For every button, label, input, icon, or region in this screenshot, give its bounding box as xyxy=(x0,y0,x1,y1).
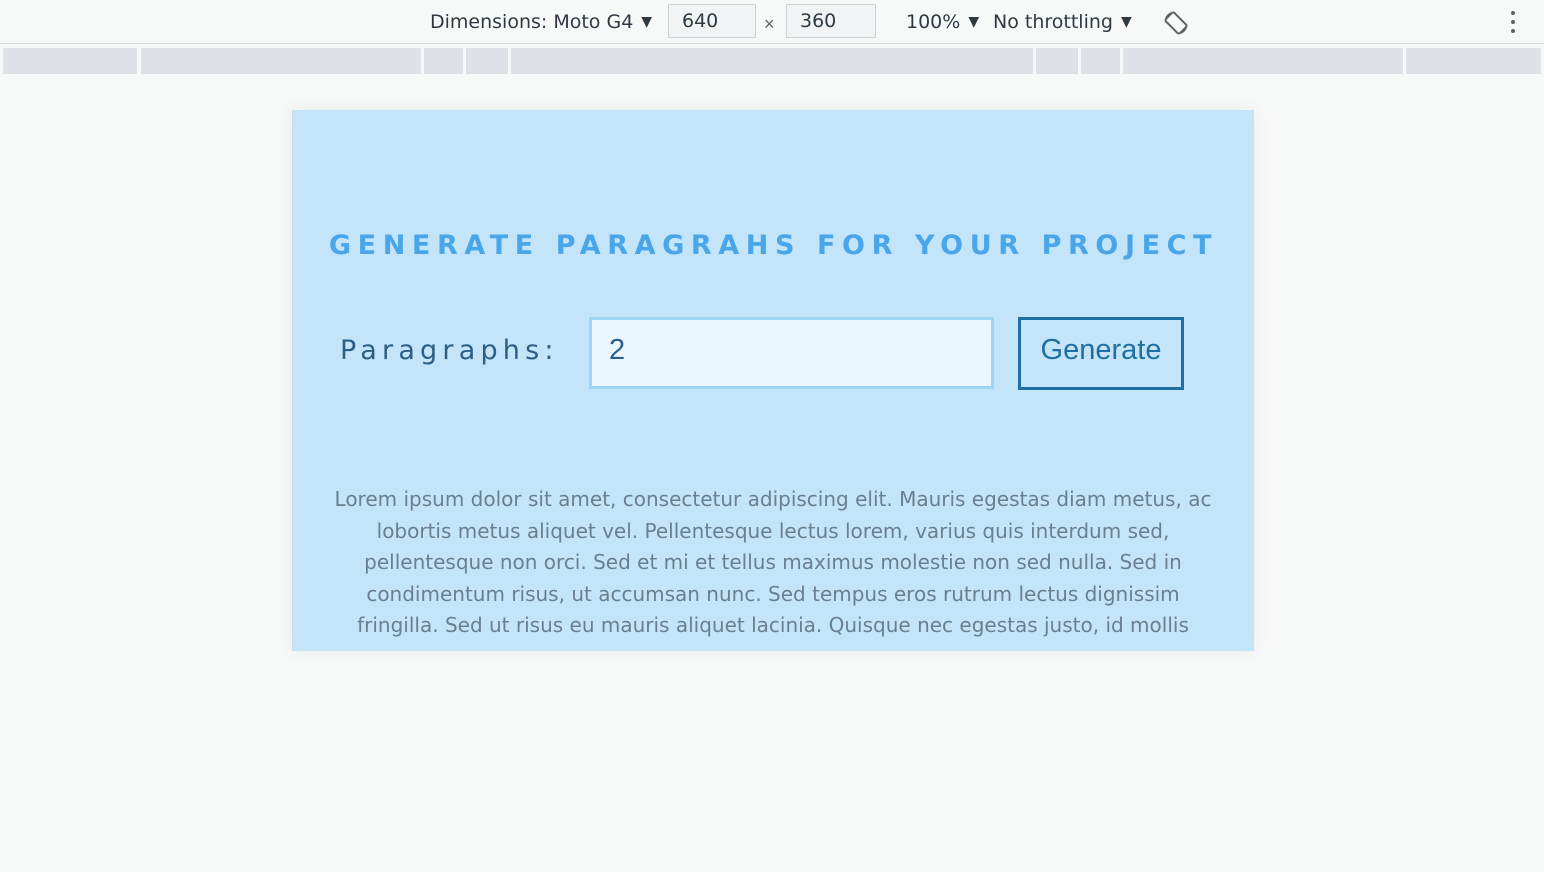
device-viewport: GENERATE PARAGRAHS FOR YOUR PROJECT Para… xyxy=(292,110,1254,651)
media-query-bar xyxy=(0,46,1544,75)
media-query-segment[interactable] xyxy=(141,48,421,74)
media-query-segment[interactable] xyxy=(3,48,137,74)
media-query-segment[interactable] xyxy=(466,48,508,74)
caret-down-icon: ▼ xyxy=(1120,14,1132,30)
paragraphs-label: Paragraphs: xyxy=(340,335,559,366)
dimensions-dropdown[interactable]: Dimensions: Moto G4 ▼ xyxy=(430,0,652,44)
more-vertical-icon[interactable] xyxy=(1502,9,1524,35)
throttling-dropdown[interactable]: No throttling ▼ xyxy=(993,0,1132,44)
rotate-icon[interactable] xyxy=(1162,9,1190,37)
dimensions-label: Dimensions: Moto G4 xyxy=(430,11,634,33)
generate-button[interactable]: Generate xyxy=(1018,317,1184,390)
media-query-segment[interactable] xyxy=(1406,48,1541,74)
caret-down-icon: ▼ xyxy=(641,14,653,30)
caret-down-icon: ▼ xyxy=(968,14,980,30)
media-query-segment[interactable] xyxy=(1123,48,1403,74)
zoom-dropdown[interactable]: 100% ▼ xyxy=(906,0,979,44)
paragraphs-count-input[interactable] xyxy=(589,317,994,389)
generated-paragraph: Lorem ipsum dolor sit amet, consectetur … xyxy=(334,487,1212,651)
throttling-label: No throttling xyxy=(993,11,1113,33)
page-title: GENERATE PARAGRAHS FOR YOUR PROJECT xyxy=(328,230,1219,261)
zoom-label: 100% xyxy=(906,11,961,33)
device-width-input[interactable] xyxy=(668,4,756,38)
device-toolbar: Dimensions: Moto G4 ▼ × 100% ▼ No throttli… xyxy=(0,0,1544,44)
media-query-segment[interactable] xyxy=(424,48,463,74)
media-query-segment[interactable] xyxy=(1081,48,1120,74)
times-symbol: × xyxy=(764,14,775,34)
device-height-input[interactable] xyxy=(786,4,876,38)
media-query-segment[interactable] xyxy=(1036,48,1078,74)
media-query-segment[interactable] xyxy=(511,48,1033,74)
